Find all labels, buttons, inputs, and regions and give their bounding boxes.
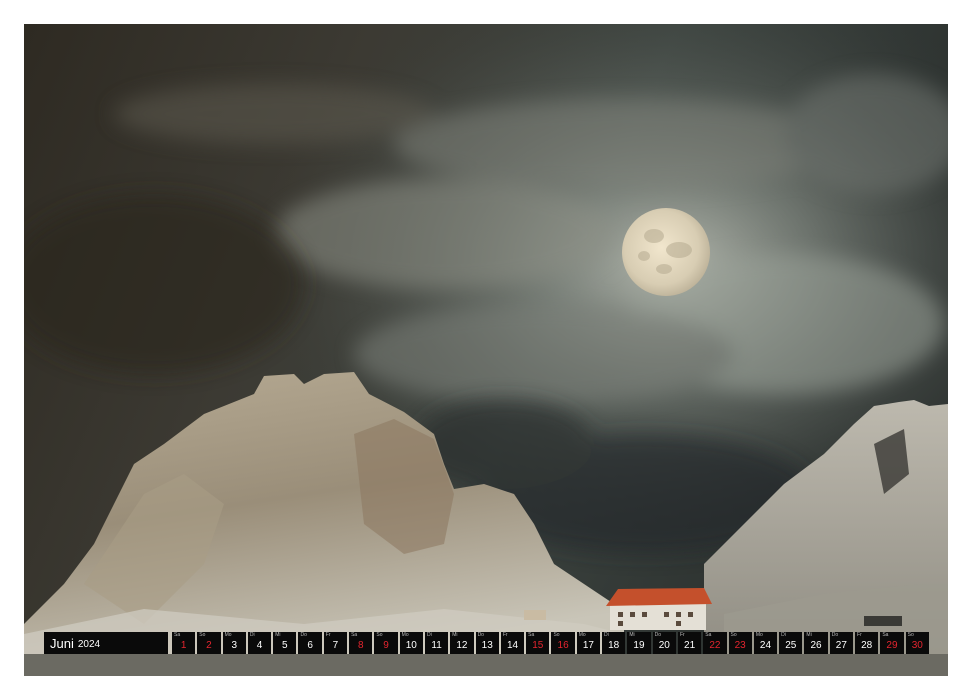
weekday-label: Sa [705, 632, 712, 638]
month-name: Juni [50, 635, 74, 651]
day-cell: Sa 22 [703, 632, 727, 654]
day-number: 13 [481, 640, 493, 651]
day-number: 2 [206, 640, 212, 651]
day-cell: So 16 [551, 632, 575, 654]
weekday-label: Mo [755, 632, 763, 638]
day-cell: Fr 7 [323, 632, 348, 654]
weekday-label: Sa [528, 632, 535, 638]
weekday-label: So [199, 632, 206, 638]
day-number: 5 [282, 640, 288, 651]
calendar-photo [24, 24, 948, 676]
day-cell: Di 18 [602, 632, 626, 654]
day-number: 23 [734, 640, 746, 651]
weekday-label: Fr [679, 632, 685, 638]
day-number: 22 [709, 640, 721, 651]
day-number: 12 [456, 640, 468, 651]
day-number: 29 [886, 640, 898, 651]
weekday-label: Sa [174, 632, 181, 638]
day-cell: Sa 29 [880, 632, 904, 654]
weekday-label: Di [426, 632, 432, 638]
day-cell: Sa 1 [172, 632, 196, 654]
day-number: 6 [307, 640, 313, 651]
weekday-label: Do [654, 632, 662, 638]
day-cell: Do 13 [475, 632, 499, 654]
day-number: 17 [582, 640, 594, 651]
weekday-label: Do [477, 632, 484, 638]
day-number: 14 [506, 640, 519, 651]
weekday-label: Fr [502, 632, 508, 638]
weekday-label: Fr [857, 632, 862, 638]
day-cell: Do 20 [652, 632, 676, 654]
year: 2024 [77, 638, 101, 650]
moon [622, 208, 710, 296]
day-number: 20 [658, 640, 670, 651]
day-cell: Do 6 [298, 632, 322, 654]
day-number: 21 [684, 640, 696, 651]
weekday-label: So [730, 632, 737, 638]
day-cell: Di 11 [424, 632, 449, 654]
day-cell: Di 25 [779, 632, 803, 654]
day-number: 24 [759, 640, 772, 651]
day-cell: Mo 3 [222, 632, 246, 654]
weekday-label: Mi [629, 632, 635, 638]
day-cell: So 2 [197, 632, 221, 654]
weekday-label: Di [781, 632, 786, 638]
day-cell: So 9 [374, 632, 398, 654]
weekday-label: Sa [351, 632, 358, 638]
weekday-label: Do [831, 632, 839, 638]
day-cell: So 23 [728, 632, 752, 654]
day-cell: Fr 14 [500, 632, 525, 654]
day-cell: Mi 5 [273, 632, 297, 654]
day-number: 26 [810, 640, 822, 651]
day-number: 16 [557, 640, 569, 651]
day-cell: Fr 28 [855, 632, 879, 654]
day-number: 15 [532, 640, 544, 651]
day-cell: So 30 [905, 632, 929, 654]
weekday-label: Mo [578, 632, 586, 638]
day-cell: Sa 8 [349, 632, 373, 654]
day-cell: Mo 10 [399, 632, 423, 654]
weekday-label: Sa [882, 632, 889, 638]
weekday-label: Di [249, 632, 255, 638]
weekday-label: Di [604, 632, 609, 638]
weekday-label: Do [300, 632, 307, 638]
day-number: 4 [256, 640, 263, 651]
weekday-label: Mi [275, 632, 281, 638]
day-cell: Di 4 [247, 632, 272, 654]
day-cell: Mi 12 [450, 632, 474, 654]
day-number: 1 [180, 640, 187, 651]
weekday-label: Mi [806, 632, 812, 638]
weekday-label: Mo [224, 632, 232, 638]
day-number: 28 [861, 640, 873, 651]
weekday-label: Mi [452, 632, 458, 638]
month-label-box: Juni 2024 [44, 632, 168, 654]
day-number: 11 [431, 640, 442, 651]
day-number: 9 [383, 640, 389, 651]
day-number: 27 [835, 640, 847, 651]
day-number: 10 [405, 640, 417, 651]
day-number: 30 [911, 640, 923, 651]
day-cell: Mo 17 [576, 632, 601, 654]
day-number: 19 [633, 640, 645, 651]
moonlit-dolomites-image [24, 24, 948, 676]
day-number: 25 [785, 640, 797, 651]
day-cell: Mi 19 [627, 632, 651, 654]
weekday-label: Fr [325, 632, 331, 638]
day-cell: Do 27 [829, 632, 854, 654]
day-number: 3 [231, 640, 238, 651]
day-cell: Fr 21 [677, 632, 702, 654]
day-cell: Mo 24 [753, 632, 778, 654]
day-number: 18 [608, 640, 620, 651]
day-cell: Mi 26 [804, 632, 828, 654]
calendar-bar: Juni 2024 Sa 1 So 2 Mo 3 Di 4 Mi 5 Do 6 Fr 7 Sa 8 So 9 Mo 1… [44, 632, 929, 654]
weekday-label: So [553, 632, 560, 638]
weekday-label: So [907, 632, 914, 638]
day-cell: Sa 15 [526, 632, 550, 654]
weekday-label: So [376, 632, 383, 638]
weekday-label: Mo [401, 632, 409, 638]
day-number: 7 [332, 640, 339, 651]
day-number: 8 [357, 640, 364, 651]
